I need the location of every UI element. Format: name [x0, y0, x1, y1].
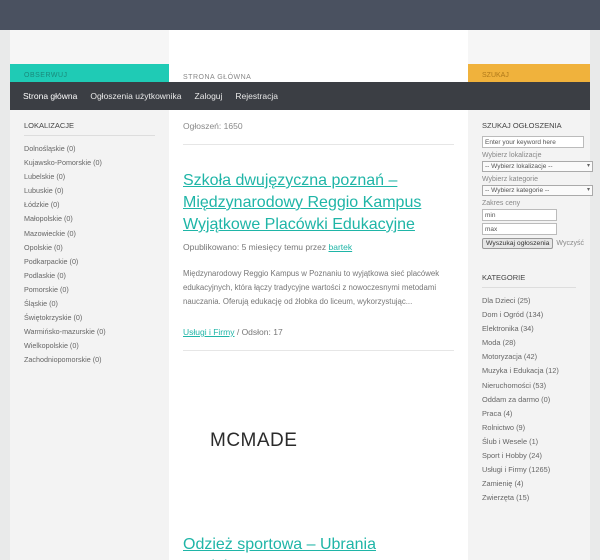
top-bar [0, 0, 600, 30]
search-form: Enter your keyword here Wybierz lokaliza… [468, 136, 593, 249]
divider [24, 135, 155, 136]
location-item[interactable]: Łódzkie (0) [10, 198, 169, 212]
chevron-down-icon: ▾ [586, 163, 590, 169]
author-link[interactable]: bartek [329, 242, 353, 252]
location-item[interactable]: Kujawsko-Pomorskie (0) [10, 156, 169, 170]
location-item[interactable]: Małopolskie (0) [10, 212, 169, 226]
location-item[interactable]: Warmińsko-mazurskie (0) [10, 325, 169, 339]
location-item[interactable]: Opolskie (0) [10, 241, 169, 255]
header-right-tab: SZUKAJ [468, 64, 590, 82]
divider [183, 350, 454, 351]
location-item[interactable]: Podlaskie (0) [10, 269, 169, 283]
category-item[interactable]: Motoryzacja (42) [468, 350, 590, 364]
nav-user-listings[interactable]: Ogłoszenia użytkownika [90, 91, 181, 101]
nav-login[interactable]: Zaloguj [195, 91, 223, 101]
location-label: Wybierz lokalizacje [482, 152, 542, 159]
post-category-line: Usługi i Firmy / Odsłon: 17 [183, 327, 283, 337]
category-label: Wybierz kategorie [482, 176, 538, 183]
category-link[interactable]: Usługi i Firmy [183, 327, 234, 337]
location-select-value: -- Wybierz lokalizacje -- [485, 163, 553, 170]
clear-link[interactable]: Wyczyść [556, 240, 584, 247]
sidebar-left: LOKALIZACJE Dolnośląskie (0) Kujawsko-Po… [10, 110, 169, 560]
category-item[interactable]: Zwierzęta (15) [468, 491, 590, 505]
category-item[interactable]: Usługi i Firmy (1265) [468, 463, 590, 477]
location-item[interactable]: Podkarpackie (0) [10, 255, 169, 269]
post-meta-text: Opublikowano: 5 miesięcy temu przez [183, 242, 329, 252]
post-excerpt: Międzynarodowy Reggio Kampus w Poznaniu … [183, 269, 440, 306]
header-right-label: SZUKAJ [482, 72, 509, 79]
post-thumbnail-logo[interactable]: MCMADE [210, 430, 297, 452]
header-mid-label: STRONA GŁÓWNA [183, 74, 252, 81]
main-nav: Strona główna Ogłoszenia użytkownika Zal… [10, 82, 590, 110]
category-item[interactable]: Praca (4) [468, 407, 590, 421]
category-item[interactable]: Elektronika (34) [468, 322, 590, 336]
category-item[interactable]: Dla Dzieci (25) [468, 294, 590, 308]
location-item[interactable]: Mazowieckie (0) [10, 227, 169, 241]
categories-list: Dla Dzieci (25) Dom i Ogród (134) Elektr… [468, 294, 590, 505]
price-min-input[interactable]: min [482, 209, 557, 221]
category-item[interactable]: Ślub i Wesele (1) [468, 435, 590, 449]
location-item[interactable]: Zachodniopomorskie (0) [10, 353, 169, 367]
category-select-value: -- Wybierz kategorie -- [485, 187, 550, 194]
divider [482, 287, 576, 288]
search-title: SZUKAJ OGŁOSZENIA [482, 121, 562, 130]
categories-title: KATEGORIE [482, 273, 526, 282]
location-item[interactable]: Lubuskie (0) [10, 184, 169, 198]
nav-home[interactable]: Strona główna [23, 91, 77, 101]
main-content: Ogłoszeń: 1650 Szkoła dwujęzyczna poznań… [169, 110, 468, 560]
header-left-label: OBSERWUJ [24, 72, 68, 79]
location-item[interactable]: Świętokrzyskie (0) [10, 311, 169, 325]
category-item[interactable]: Zamienię (4) [468, 477, 590, 491]
location-select[interactable]: -- Wybierz lokalizacje -- ▾ [482, 161, 593, 172]
location-item[interactable]: Lubelskie (0) [10, 170, 169, 184]
divider [183, 144, 454, 145]
search-actions: Wyszukaj ogłoszenia Wyczyść [482, 238, 584, 249]
price-max-input[interactable]: max [482, 223, 557, 235]
locations-list: Dolnośląskie (0) Kujawsko-Pomorskie (0) … [10, 142, 169, 368]
search-button[interactable]: Wyszukaj ogłoszenia [482, 238, 554, 249]
category-select[interactable]: -- Wybierz kategorie -- ▾ [482, 185, 593, 196]
location-item[interactable]: Wielkopolskie (0) [10, 339, 169, 353]
nav-register[interactable]: Rejestracja [235, 91, 278, 101]
post-title-link[interactable]: Szkoła dwujęzyczna poznań – Międzynarodo… [183, 170, 458, 236]
category-item[interactable]: Moda (28) [468, 336, 590, 350]
location-item[interactable]: Dolnośląskie (0) [10, 142, 169, 156]
locations-title: LOKALIZACJE [24, 121, 75, 130]
category-item[interactable]: Oddam za darmo (0) [468, 393, 590, 407]
keyword-input[interactable]: Enter your keyword here [482, 136, 584, 148]
category-item[interactable]: Sport i Hobby (24) [468, 449, 590, 463]
category-item[interactable]: Muzyka i Edukacja (12) [468, 364, 590, 378]
post-title-link[interactable]: Odzież sportowa – Ubrania produkowane [183, 534, 458, 560]
post-views: / Odsłon: 17 [234, 327, 283, 337]
location-item[interactable]: Pomorskie (0) [10, 283, 169, 297]
sidebar-right: SZUKAJ OGŁOSZENIA Enter your keyword her… [468, 110, 593, 560]
header-left-tab: OBSERWUJ [10, 64, 169, 82]
price-label: Zakres ceny [482, 200, 521, 207]
post-meta: Opublikowano: 5 miesięcy temu przez bart… [183, 242, 352, 252]
listing-count: Ogłoszeń: 1650 [183, 121, 243, 131]
chevron-down-icon: ▾ [586, 187, 590, 193]
category-item[interactable]: Nieruchomości (53) [468, 379, 590, 393]
location-item[interactable]: Śląskie (0) [10, 297, 169, 311]
category-item[interactable]: Dom i Ogród (134) [468, 308, 590, 322]
category-item[interactable]: Rolnictwo (9) [468, 421, 590, 435]
header-mid: STRONA GŁÓWNA [169, 30, 468, 82]
